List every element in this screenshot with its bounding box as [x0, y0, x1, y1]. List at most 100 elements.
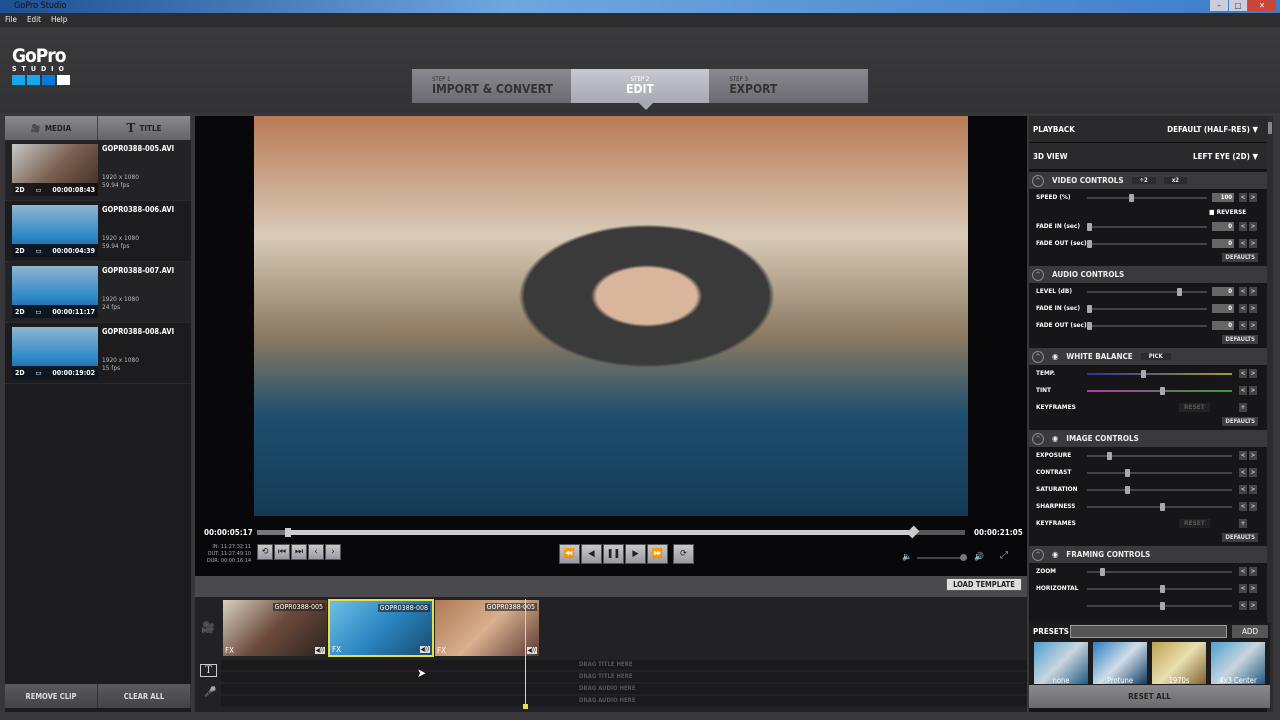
section-header[interactable]: ^ ◉ IMAGE CONTROLS — [1029, 430, 1270, 447]
trim-button[interactable]: ⟲ — [257, 544, 273, 560]
decrement-button[interactable]: < — [1239, 451, 1247, 460]
slider-handle[interactable] — [1159, 585, 1165, 593]
scrub-bar[interactable] — [257, 525, 965, 539]
fx-button[interactable]: FX — [437, 646, 446, 655]
eye-icon[interactable]: ◉ — [1052, 550, 1058, 559]
3d-view-select[interactable]: LEFT EYE (2D) ▼ — [1193, 152, 1258, 161]
reset-all-button[interactable]: RESET ALL — [1029, 685, 1270, 708]
playhead[interactable] — [523, 599, 528, 709]
control-slider[interactable] — [1087, 568, 1232, 576]
defaults-button[interactable]: DEFAULTS — [1222, 533, 1258, 542]
drop-lane[interactable]: DRAG TITLE HERE — [221, 660, 1027, 670]
section-header[interactable]: ^ ◉ WHITE BALANCE PICK — [1029, 348, 1270, 365]
loop-button[interactable]: ⟳ — [673, 544, 694, 564]
decrement-button[interactable]: < — [1239, 567, 1247, 576]
control-value[interactable]: 0 — [1212, 321, 1234, 330]
add-preset-button[interactable]: ADD — [1232, 625, 1268, 638]
slider-handle[interactable] — [1087, 305, 1092, 313]
increment-button[interactable]: > — [1249, 451, 1257, 460]
tab-media[interactable]: 🎥 MEDIA — [5, 116, 98, 140]
collapse-icon[interactable]: ^ — [1032, 350, 1044, 363]
minimize-button[interactable]: – — [1210, 0, 1228, 11]
decrement-button[interactable]: < — [1239, 287, 1247, 296]
section-header[interactable]: ^ ◉ FRAMING CONTROLS — [1029, 546, 1270, 563]
step-import[interactable]: STEP 1 IMPORT & CONVERT — [412, 69, 571, 103]
increment-button[interactable]: > — [1249, 502, 1257, 511]
slider-handle[interactable] — [1100, 568, 1106, 576]
slider-handle[interactable] — [1129, 194, 1134, 202]
scrub-handle[interactable] — [285, 528, 292, 537]
clear-all-button[interactable]: CLEAR ALL — [98, 684, 191, 708]
slider-handle[interactable] — [1124, 469, 1130, 477]
add-keyframe-button[interactable]: + — [1239, 519, 1247, 528]
step-edit[interactable]: STEP 2 EDIT — [570, 69, 710, 103]
clip-audio-icon[interactable]: ◀)) — [314, 647, 325, 654]
fast-forward-button[interactable]: ⏩ — [647, 544, 668, 564]
control-slider[interactable] — [1087, 585, 1232, 593]
mark-out-button[interactable]: › — [325, 544, 341, 560]
slider-handle[interactable] — [1087, 223, 1092, 231]
control-value[interactable]: 0 — [1212, 222, 1234, 231]
slider-handle[interactable] — [1124, 486, 1130, 494]
drop-lane[interactable]: DRAG AUDIO HERE — [221, 684, 1027, 694]
mark-in-button[interactable]: ‹ — [308, 544, 324, 560]
control-slider[interactable] — [1087, 322, 1207, 330]
decrement-button[interactable]: < — [1239, 222, 1247, 231]
drop-lane[interactable]: DRAG AUDIO HERE — [221, 696, 1027, 706]
media-item[interactable]: 2D ▭ 00:00:04:39 GOPR0388-006.AVI 1920 x 108… — [5, 201, 191, 262]
decrement-button[interactable]: < — [1239, 386, 1247, 395]
control-slider[interactable] — [1087, 194, 1207, 202]
go-start-icon[interactable]: ⏮ — [274, 544, 290, 560]
step-forward-button[interactable]: ▶ — [625, 544, 646, 564]
decrement-button[interactable]: < — [1239, 321, 1247, 330]
menu-file[interactable]: File — [5, 13, 17, 27]
control-value[interactable]: 100 — [1212, 193, 1234, 202]
increment-button[interactable]: > — [1249, 369, 1257, 378]
fx-button[interactable]: FX — [225, 646, 234, 655]
section-option-button[interactable]: x2 — [1163, 177, 1188, 184]
go-end-icon[interactable]: ⏭ — [291, 544, 307, 560]
decrement-button[interactable]: < — [1239, 584, 1247, 593]
section-header[interactable]: ^ AUDIO CONTROLS — [1029, 266, 1270, 283]
control-slider[interactable] — [1087, 305, 1207, 313]
increment-button[interactable]: > — [1249, 304, 1257, 313]
increment-button[interactable]: > — [1249, 485, 1257, 494]
decrement-button[interactable]: < — [1239, 601, 1247, 610]
eye-icon[interactable]: ◉ — [1052, 352, 1058, 361]
slider-handle[interactable] — [1087, 240, 1092, 248]
increment-button[interactable]: > — [1249, 601, 1257, 610]
control-slider[interactable] — [1087, 602, 1232, 610]
control-slider[interactable] — [1087, 503, 1232, 511]
timeline-clip[interactable]: GOPR0388-005 FX ◀)) — [222, 599, 328, 657]
control-slider[interactable] — [1087, 240, 1207, 248]
volume-slider[interactable] — [917, 554, 967, 561]
media-item[interactable]: 2D ▭ 00:00:11:17 GOPR0388-007.AVI 1920 x 108… — [5, 262, 191, 323]
control-slider[interactable] — [1087, 370, 1232, 378]
playback-select[interactable]: DEFAULT (HALF-RES) ▼ — [1167, 125, 1258, 134]
pause-button[interactable]: ❚❚ — [603, 544, 624, 564]
maximize-button[interactable]: □ — [1229, 0, 1247, 11]
decrement-button[interactable]: < — [1239, 193, 1247, 202]
tab-title[interactable]: T TITLE — [98, 116, 191, 140]
media-item[interactable]: 2D ▭ 00:00:19:02 GOPR0388-008.AVI 1920 x 108… — [5, 323, 191, 384]
media-item[interactable]: 2D ▭ 00:00:08:43 GOPR0388-005.AVI 1920 x 108… — [5, 140, 191, 201]
control-slider[interactable] — [1087, 387, 1232, 395]
collapse-icon[interactable]: ^ — [1032, 174, 1044, 187]
drop-lane[interactable]: DRAG TITLE HERE — [221, 672, 1027, 682]
increment-button[interactable]: > — [1249, 584, 1257, 593]
increment-button[interactable]: > — [1249, 193, 1257, 202]
control-slider[interactable] — [1087, 452, 1232, 460]
section-option-button[interactable]: PICK — [1140, 353, 1171, 360]
increment-button[interactable]: > — [1249, 321, 1257, 330]
decrement-button[interactable]: < — [1239, 485, 1247, 494]
close-button[interactable]: ✕ — [1248, 0, 1276, 11]
timeline-clip[interactable]: GOPR0388-008 FX ◀)) — [328, 599, 434, 657]
preset-thumbnail[interactable]: Protune — [1093, 642, 1147, 685]
reverse-checkbox[interactable]: ■ — [1209, 208, 1217, 216]
menu-help[interactable]: Help — [51, 13, 67, 27]
control-slider[interactable] — [1087, 288, 1207, 296]
increment-button[interactable]: > — [1249, 567, 1257, 576]
increment-button[interactable]: > — [1249, 287, 1257, 296]
collapse-icon[interactable]: ^ — [1032, 432, 1044, 445]
clip-audio-icon[interactable]: ◀)) — [526, 647, 537, 654]
